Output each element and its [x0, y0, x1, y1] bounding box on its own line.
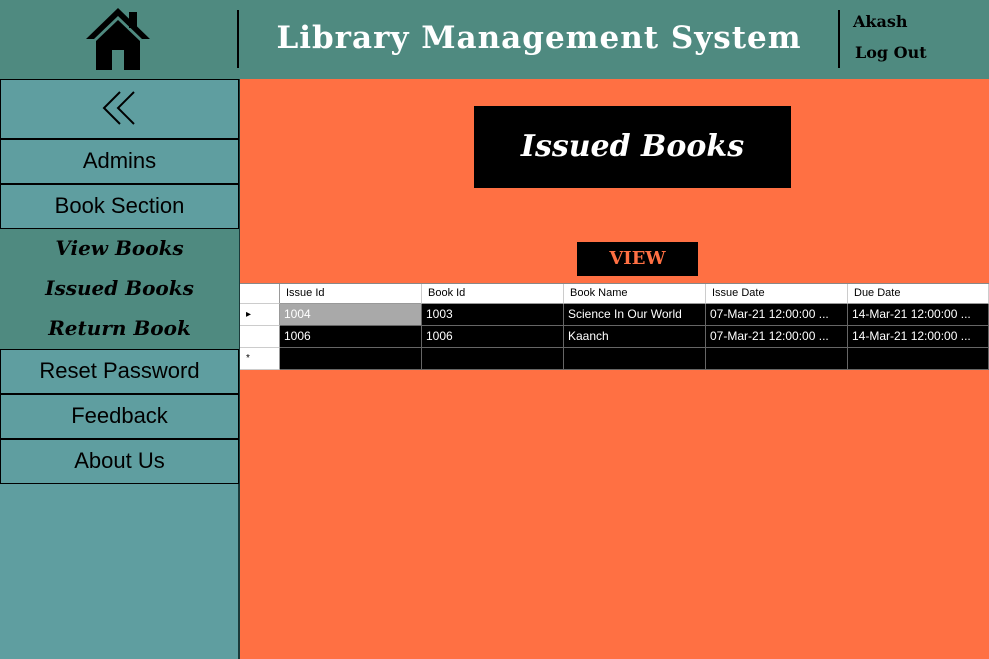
- app-header: Library Management System Akash Log Out: [0, 0, 989, 79]
- sidebar-item-admins[interactable]: Admins: [0, 139, 239, 184]
- table-cell[interactable]: 1004: [280, 304, 422, 326]
- row-selector[interactable]: [240, 326, 280, 348]
- logout-link[interactable]: Log Out: [855, 43, 927, 62]
- app-title: Library Management System: [276, 20, 802, 56]
- header-divider: [838, 10, 840, 68]
- grid-corner: [240, 284, 280, 304]
- table-cell[interactable]: 14-Mar-21 12:00:00 ...: [848, 304, 989, 326]
- column-header-issue-id[interactable]: Issue Id: [280, 284, 422, 304]
- table-row[interactable]: 1006 1006 Kaanch 07-Mar-21 12:00:00 ... …: [240, 326, 989, 348]
- table-cell[interactable]: [280, 348, 422, 370]
- table-cell[interactable]: 1006: [280, 326, 422, 348]
- sidebar-item-about-us[interactable]: About Us: [0, 439, 239, 484]
- home-icon[interactable]: [84, 6, 152, 72]
- submenu-item-issued-books[interactable]: Issued Books: [0, 269, 239, 309]
- table-cell[interactable]: 07-Mar-21 12:00:00 ...: [706, 304, 848, 326]
- row-selector[interactable]: ▸: [240, 304, 280, 326]
- submenu-item-view-books[interactable]: View Books: [0, 229, 239, 269]
- table-cell[interactable]: 14-Mar-21 12:00:00 ...: [848, 326, 989, 348]
- grid-header-row: Issue Id Book Id Book Name Issue Date Du…: [240, 284, 989, 304]
- sidebar-item-reset-password[interactable]: Reset Password: [0, 349, 239, 394]
- table-cell[interactable]: Science In Our World: [564, 304, 706, 326]
- table-cell[interactable]: [848, 348, 989, 370]
- table-cell[interactable]: 1006: [422, 326, 564, 348]
- column-header-book-id[interactable]: Book Id: [422, 284, 564, 304]
- table-row[interactable]: ▸ 1004 1003 Science In Our World 07-Mar-…: [240, 304, 989, 326]
- collapse-sidebar-button[interactable]: [0, 79, 239, 139]
- sidebar: Admins Book Section View Books Issued Bo…: [0, 79, 240, 659]
- submenu-item-return-book[interactable]: Return Book: [0, 309, 239, 349]
- page-title: Issued Books: [474, 106, 791, 188]
- column-header-due-date[interactable]: Due Date: [848, 284, 989, 304]
- sidebar-item-book-section[interactable]: Book Section: [0, 184, 239, 229]
- book-section-submenu: View Books Issued Books Return Book: [0, 229, 239, 349]
- main-content: Issued Books VIEW Issue Id Book Id Book …: [240, 79, 989, 659]
- sidebar-item-feedback[interactable]: Feedback: [0, 394, 239, 439]
- table-cell[interactable]: [422, 348, 564, 370]
- new-row-marker[interactable]: *: [240, 348, 280, 370]
- table-cell[interactable]: 1003: [422, 304, 564, 326]
- column-header-book-name[interactable]: Book Name: [564, 284, 706, 304]
- issued-books-grid[interactable]: Issue Id Book Id Book Name Issue Date Du…: [240, 283, 989, 370]
- view-button[interactable]: VIEW: [577, 242, 698, 276]
- table-cell[interactable]: 07-Mar-21 12:00:00 ...: [706, 326, 848, 348]
- table-cell[interactable]: [564, 348, 706, 370]
- user-name: Akash: [853, 12, 908, 31]
- column-header-issue-date[interactable]: Issue Date: [706, 284, 848, 304]
- new-row[interactable]: *: [240, 348, 989, 370]
- double-chevron-left-icon: [102, 91, 135, 125]
- table-cell[interactable]: Kaanch: [564, 326, 706, 348]
- table-cell[interactable]: [706, 348, 848, 370]
